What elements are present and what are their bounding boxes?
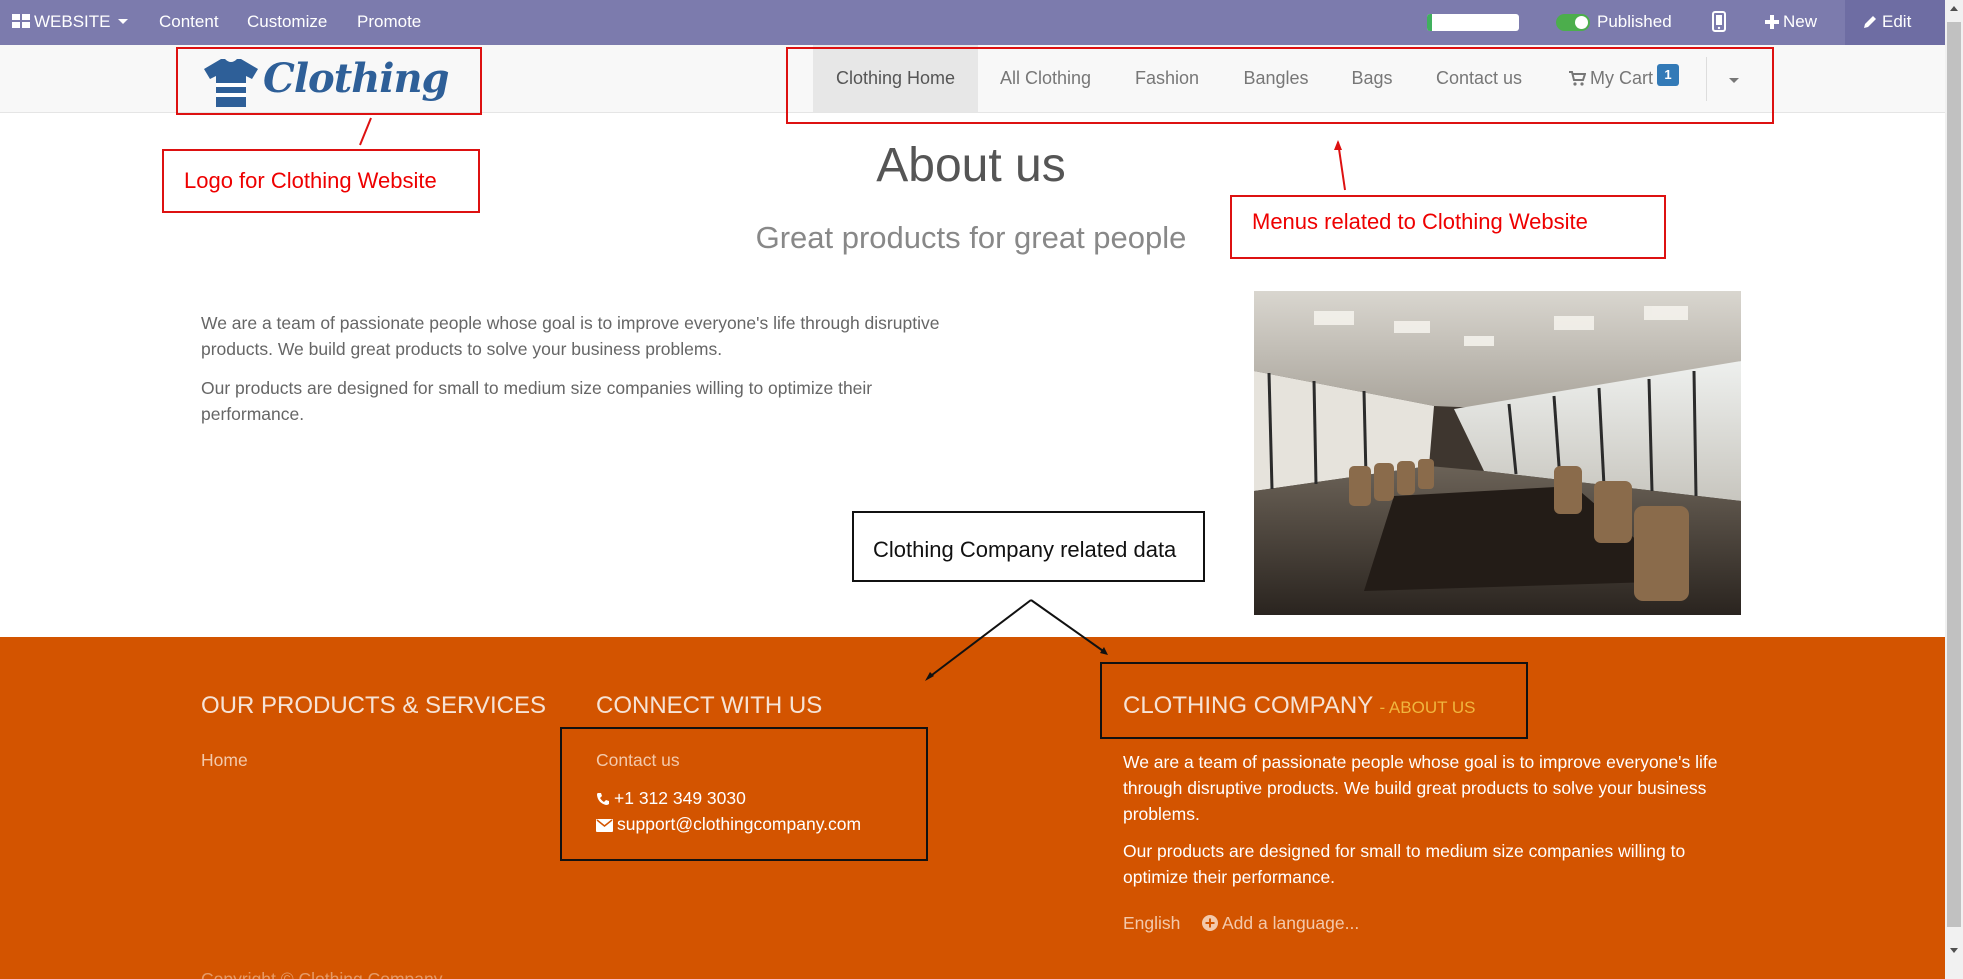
site-footer: OUR PRODUCTS & SERVICES Home CONNECT WIT…: [0, 637, 1945, 979]
website-menu[interactable]: WEBSITE: [12, 12, 128, 32]
menu-annotation: Menus related to Clothing Website: [1230, 195, 1666, 259]
company-data-annotation: Clothing Company related data: [852, 511, 1205, 582]
logo-annotation: Logo for Clothing Website: [162, 149, 480, 213]
plus-icon: [1765, 15, 1779, 29]
progress-bar: [1427, 14, 1519, 31]
vertical-scrollbar[interactable]: [1945, 0, 1963, 979]
footer-connect-heading: CONNECT WITH US: [596, 692, 823, 719]
promote-menu[interactable]: Promote: [357, 12, 421, 32]
scroll-up-icon[interactable]: [1950, 6, 1958, 11]
mobile-preview-button[interactable]: [1712, 11, 1726, 37]
add-language-label: Add a language...: [1222, 913, 1360, 933]
new-label: New: [1783, 12, 1818, 31]
publish-toggle[interactable]: [1556, 14, 1590, 31]
grid-icon: [12, 14, 30, 28]
caret-down-icon: [117, 19, 128, 24]
about-paragraph-2: Our products are designed for small to m…: [201, 378, 873, 424]
edit-button-content: Edit: [1863, 12, 1911, 32]
connect-highlight-box: [560, 727, 928, 861]
footer-home-link[interactable]: Home: [201, 750, 248, 771]
page: WEBSITE Content Customize Promote Publis…: [0, 0, 1963, 979]
footer-about-paragraph-2: Our products are designed for small to m…: [1123, 841, 1686, 887]
copyright-text: Copyright © Clothing Company: [201, 969, 443, 979]
website-menu-label: WEBSITE: [34, 12, 111, 31]
footer-about-paragraph-1: We are a team of passionate people whose…: [1123, 752, 1718, 824]
edit-button[interactable]: Edit: [1845, 0, 1945, 45]
admin-bar: WEBSITE Content Customize Promote Publis…: [0, 0, 1945, 45]
office-photo: [1254, 291, 1741, 615]
new-button[interactable]: New: [1765, 12, 1817, 32]
about-paragraph-1: We are a team of passionate people whose…: [201, 313, 940, 359]
content-menu[interactable]: Content: [159, 12, 219, 32]
company-highlight-box: [1100, 662, 1528, 739]
scroll-down-icon[interactable]: [1950, 948, 1958, 953]
published-label[interactable]: Published: [1597, 12, 1672, 32]
scroll-thumb[interactable]: [1947, 22, 1961, 927]
edit-label: Edit: [1882, 12, 1912, 31]
conference-room-image: [1254, 291, 1741, 615]
logo-highlight-box: [176, 47, 482, 115]
mobile-icon: [1712, 11, 1726, 32]
plus-circle-icon: [1202, 915, 1218, 931]
language-english[interactable]: English: [1123, 913, 1180, 934]
customize-menu[interactable]: Customize: [247, 12, 327, 32]
add-language-link[interactable]: Add a language...: [1202, 913, 1359, 934]
progress-fill: [1427, 14, 1432, 31]
toggle-knob: [1575, 16, 1588, 29]
pencil-icon: [1864, 16, 1876, 28]
menu-highlight-box: [786, 47, 1774, 124]
footer-products-heading: OUR PRODUCTS & SERVICES: [201, 692, 546, 719]
